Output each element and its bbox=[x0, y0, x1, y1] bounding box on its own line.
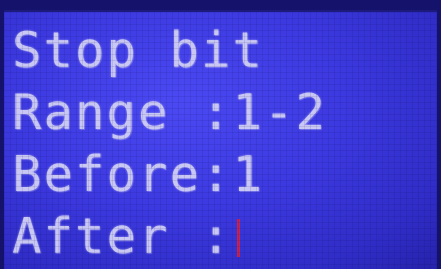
input-cursor bbox=[236, 219, 240, 257]
before-value-line: Before:1 bbox=[12, 146, 265, 203]
range-line: Range :1-2 bbox=[12, 84, 328, 141]
lcd-display: Stop bit Range :1-2 Before:1 After : bbox=[4, 10, 437, 269]
after-value-line[interactable]: After : bbox=[12, 212, 240, 262]
parameter-title: Stop bit bbox=[12, 22, 265, 79]
after-label: After : bbox=[12, 208, 233, 265]
device-bezel: Stop bit Range :1-2 Before:1 After : bbox=[0, 0, 441, 269]
